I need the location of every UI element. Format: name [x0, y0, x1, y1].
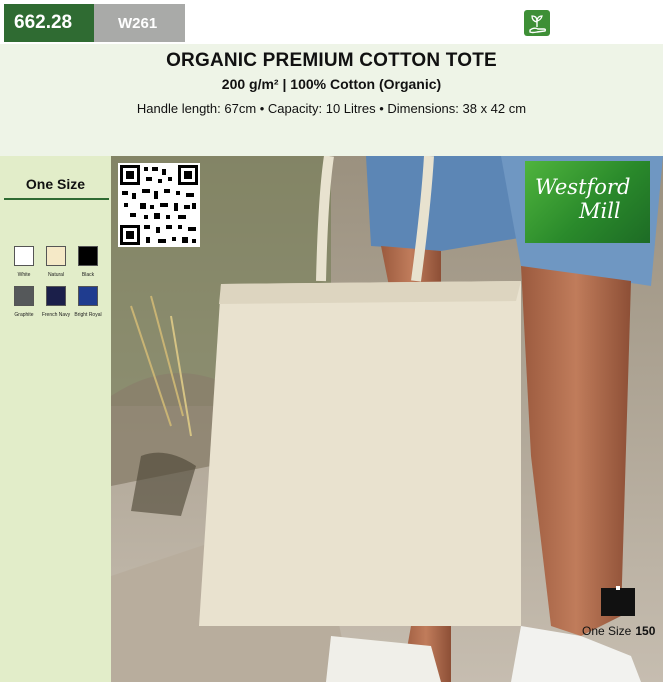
size-count: One Size 150 — [582, 624, 655, 638]
colour-name: Black — [81, 272, 95, 278]
price-value: 662.28 — [14, 12, 73, 33]
product-specs: Handle length: 67cm • Capacity: 10 Litre… — [136, 101, 527, 116]
size-count-value: 150 — [635, 624, 656, 638]
size-count-label: One Size — [582, 624, 632, 638]
product-subtitle: 200 g/m² | 100% Cotton (Organic) — [221, 76, 442, 92]
brand-name-line1: Westford — [535, 175, 631, 199]
size-label: One Size — [25, 176, 86, 192]
brand-name-line2: Mill — [579, 199, 621, 223]
product-header: ORGANIC PREMIUM COTTON TOTE 200 g/m² | 1… — [0, 44, 663, 156]
colour-name: French Navy — [41, 312, 71, 318]
colour-swatch-bright-royal — [78, 286, 98, 306]
colour-swatch-black — [78, 246, 98, 266]
sku-code: W261 — [118, 14, 158, 32]
bag-handle-mark — [616, 586, 620, 590]
brand-logo: Westford Mill — [525, 161, 650, 243]
divider — [4, 198, 109, 200]
tote-bag-icon — [601, 588, 635, 616]
colour-name: Bright Royal — [74, 312, 102, 318]
sku-badge: W261 — [94, 4, 185, 42]
qr-code-icon[interactable] — [118, 163, 200, 247]
product-title: ORGANIC PREMIUM COTTON TOTE — [166, 50, 497, 71]
colour-swatch-french-navy — [46, 286, 66, 306]
colour-name: Natural — [47, 272, 65, 278]
hand-with-sprout-icon — [524, 10, 550, 36]
price-badge: 662.28 — [4, 4, 94, 42]
colour-name: White — [17, 272, 31, 278]
colour-swatch-white — [14, 246, 34, 266]
colour-name: Graphite — [14, 312, 34, 318]
colour-swatch-natural — [46, 246, 66, 266]
colour-swatch-graphite — [14, 286, 34, 306]
colour-sidebar: One Size White Natural Black Graphite Fr… — [0, 156, 111, 682]
top-bar: 662.28 W261 — [0, 0, 663, 44]
